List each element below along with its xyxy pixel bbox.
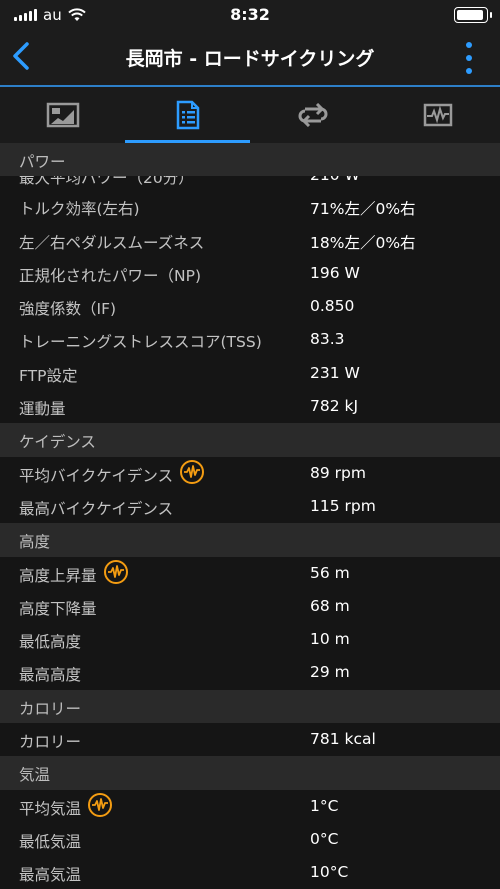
section-header-cadence: ケイデンス: [0, 423, 500, 457]
item-value: 10°C: [310, 863, 349, 882]
item-label: 高度下降量: [19, 599, 97, 618]
item-label-wrap: 平均バイクケイデンス: [19, 460, 205, 486]
section-header-calories: カロリー: [0, 689, 500, 724]
list-item: トレーニングストレススコア(TSS) 83.3: [0, 323, 500, 357]
status-bar: au 8:32: [0, 0, 500, 30]
item-value: 83.3: [310, 330, 345, 349]
details-list[interactable]: パワー 最大平均パワー（20分） 210 W トルク効率(左右) 71%左／0%…: [0, 143, 500, 889]
item-label: 平均気温: [19, 799, 82, 818]
item-value: 210 W: [310, 176, 360, 184]
item-label: 最高高度: [19, 666, 82, 685]
item-value: 29 m: [310, 663, 350, 682]
item-value: 782 kJ: [310, 397, 359, 416]
item-value: 0.850: [310, 297, 355, 316]
list-item: 最大平均パワー（20分） 210 W: [0, 176, 500, 191]
item-label: 最低高度: [19, 633, 82, 652]
list-item: 最高気温 10°C: [0, 856, 500, 889]
item-label: 最低気温: [19, 832, 82, 851]
list-item[interactable]: 平均気温 1°C: [0, 789, 500, 823]
list-item[interactable]: 平均バイクケイデンス 89 rpm: [0, 456, 500, 490]
graph-wave-icon[interactable]: [103, 559, 129, 585]
list-item: 正規化されたパワー（NP) 196 W: [0, 256, 500, 291]
item-label: トルク効率(左右): [19, 200, 140, 219]
section-title: カロリー: [19, 699, 82, 718]
item-label: 最高バイクケイデンス: [19, 499, 174, 518]
list-item: 運動量 782 kJ: [0, 390, 500, 424]
item-value: 1°C: [310, 796, 339, 815]
item-label: 平均バイクケイデンス: [19, 466, 174, 485]
item-value: 10 m: [310, 630, 350, 649]
item-label: 最大平均パワー（20分）: [19, 176, 194, 188]
list-item: 最高バイクケイデンス 115 rpm: [0, 489, 500, 524]
section-header-temperature: 気温: [0, 756, 500, 790]
section-header-elevation: 高度: [0, 523, 500, 557]
item-value: 18%左／0%右: [310, 233, 416, 252]
item-label-wrap: 平均気温: [19, 793, 113, 819]
tab-laps[interactable]: [250, 87, 375, 143]
list-item: 高度下降量 68 m: [0, 589, 500, 624]
graph-icon: [423, 103, 452, 127]
laps-loop-icon: [298, 103, 327, 127]
item-value: 0°C: [310, 829, 339, 848]
item-value: 68 m: [310, 596, 350, 615]
clock: 8:32: [230, 5, 270, 24]
section-title: 気温: [19, 766, 51, 785]
item-label: FTP設定: [19, 366, 78, 385]
graph-wave-icon[interactable]: [179, 459, 205, 485]
details-list-icon: [176, 100, 199, 130]
list-item: FTP設定 231 W: [0, 356, 500, 391]
item-value: 56 m: [310, 563, 350, 582]
item-label: 正規化されたパワー（NP): [19, 266, 201, 285]
item-value: 89 rpm: [310, 463, 366, 482]
section-title: ケイデンス: [19, 433, 96, 452]
page-title: 長岡市 - ロードサイクリング: [125, 48, 375, 70]
item-value: 781 kcal: [310, 730, 376, 749]
tab-bar: [0, 87, 500, 143]
list-item: 左／右ペダルスムーズネス 18%左／0%右: [0, 223, 500, 257]
more-options-icon[interactable]: [464, 42, 474, 74]
navigation-bar: 長岡市 - ロードサイクリング: [0, 30, 500, 85]
list-item: 強度係数（IF) 0.850: [0, 290, 500, 324]
list-item[interactable]: 高度上昇量 56 m: [0, 556, 500, 590]
list-item: トルク効率(左右) 71%左／0%右: [0, 190, 500, 224]
item-label: 運動量: [19, 400, 66, 419]
section-title: 高度: [19, 533, 51, 552]
graph-wave-icon[interactable]: [87, 792, 113, 818]
item-value: 231 W: [310, 363, 360, 382]
item-value: 196 W: [310, 263, 360, 282]
item-label-wrap: 高度上昇量: [19, 560, 129, 586]
item-label: 最高気温: [19, 866, 82, 885]
item-value: 115 rpm: [310, 496, 376, 515]
item-value: 71%左／0%右: [310, 200, 416, 219]
list-item: カロリー 781 kcal: [0, 723, 500, 757]
section-header-power: パワー: [0, 143, 500, 177]
list-item: 最高高度 29 m: [0, 656, 500, 690]
item-label: 強度係数（IF): [19, 300, 117, 319]
chart-summary-icon: [46, 102, 79, 128]
item-label: 高度上昇量: [19, 566, 97, 585]
item-label: カロリー: [19, 733, 82, 752]
section-title: パワー: [19, 153, 66, 171]
list-item: 最低気温 0°C: [0, 822, 500, 857]
battery-icon: [454, 7, 492, 23]
list-item: 最低高度 10 m: [0, 623, 500, 657]
tab-overview[interactable]: [0, 87, 125, 143]
tab-details[interactable]: [125, 87, 250, 143]
tab-graphs[interactable]: [375, 87, 500, 143]
item-label: 左／右ペダルスムーズネス: [19, 233, 205, 252]
item-label: トレーニングストレススコア(TSS): [19, 333, 262, 352]
